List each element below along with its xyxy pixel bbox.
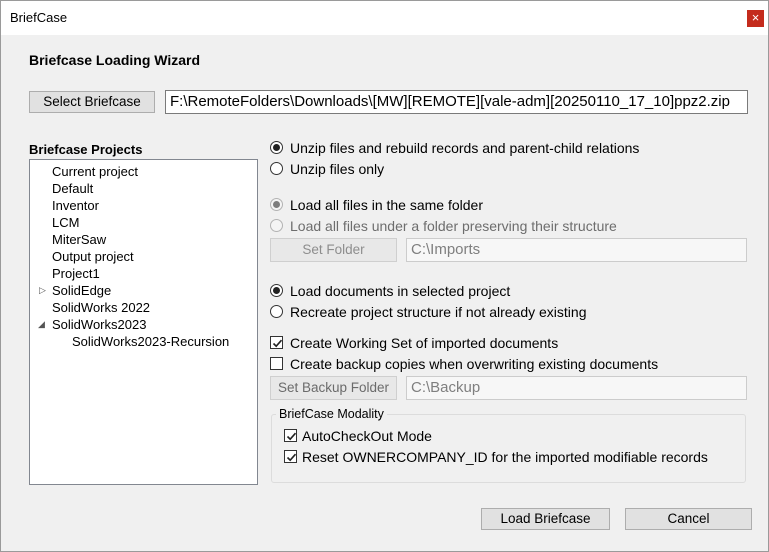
same-folder-radio[interactable] [270,198,283,211]
projects-tree[interactable]: Current project Default Inventor LCM Mit… [29,159,258,485]
backup-label: Create backup copies when overwriting ex… [290,356,659,372]
unzip-only-radio[interactable] [270,162,283,175]
recreate-structure-label: Recreate project structure if not alread… [290,304,587,320]
expand-right-icon[interactable]: ▷ [39,285,46,296]
tree-item-solidworks2023-recursion[interactable]: SolidWorks2023-Recursion [72,334,229,349]
recreate-structure-radio[interactable] [270,305,283,318]
reset-owner-label: Reset OWNERCOMPANY_ID for the imported m… [302,449,708,465]
select-briefcase-button[interactable]: Select Briefcase [29,91,155,113]
title-bar: BriefCase × [1,1,768,35]
close-icon: × [751,10,760,25]
load-selected-project-label: Load documents in selected project [290,283,511,299]
briefcase-path-field[interactable]: F:\RemoteFolders\Downloads\[MW][REMOTE][… [165,90,748,114]
window-title: BriefCase [10,10,68,25]
working-set-label: Create Working Set of imported documents [290,335,559,351]
autocheckout-checkbox[interactable] [284,429,297,442]
set-folder-button[interactable]: Set Folder [270,238,397,262]
collapse-down-icon[interactable]: ◢ [38,319,45,330]
modality-group-title: BriefCase Modality [276,407,387,421]
reset-owner-checkbox[interactable] [284,450,297,463]
unzip-rebuild-radio[interactable] [270,141,283,154]
wizard-heading: Briefcase Loading Wizard [29,52,201,68]
tree-item-inventor[interactable]: Inventor [52,198,99,213]
backup-folder-field[interactable]: C:\Backup [406,376,747,400]
set-backup-folder-button[interactable]: Set Backup Folder [270,376,397,400]
checkmark-icon [286,453,297,462]
autocheckout-label: AutoCheckOut Mode [302,428,432,444]
load-selected-project-radio[interactable] [270,284,283,297]
preserve-structure-label: Load all files under a folder preserving… [290,218,617,234]
tree-item-solidworks-2022[interactable]: SolidWorks 2022 [52,300,150,315]
checkmark-icon [286,432,297,441]
preserve-structure-radio[interactable] [270,219,283,232]
backup-checkbox[interactable] [270,357,283,370]
same-folder-label: Load all files in the same folder [290,197,483,213]
briefcase-dialog: BriefCase × Briefcase Loading Wizard Sel… [0,0,769,552]
unzip-rebuild-label: Unzip files and rebuild records and pare… [290,140,640,156]
tree-item-mitersaw[interactable]: MiterSaw [52,232,106,247]
folder-field[interactable]: C:\Imports [406,238,747,262]
cancel-button[interactable]: Cancel [625,508,752,530]
unzip-only-label: Unzip files only [290,161,385,177]
briefcase-projects-label: Briefcase Projects [29,142,143,157]
tree-item-current-project[interactable]: Current project [52,164,138,179]
close-button[interactable]: × [747,10,764,27]
tree-item-project1[interactable]: Project1 [52,266,100,281]
tree-item-default[interactable]: Default [52,181,93,196]
working-set-checkbox[interactable] [270,336,283,349]
checkmark-icon [272,339,283,348]
tree-item-lcm[interactable]: LCM [52,215,79,230]
tree-item-output-project[interactable]: Output project [52,249,134,264]
tree-item-solidedge[interactable]: SolidEdge [52,283,111,298]
load-briefcase-button[interactable]: Load Briefcase [481,508,610,530]
tree-item-solidworks2023[interactable]: SolidWorks2023 [52,317,146,332]
